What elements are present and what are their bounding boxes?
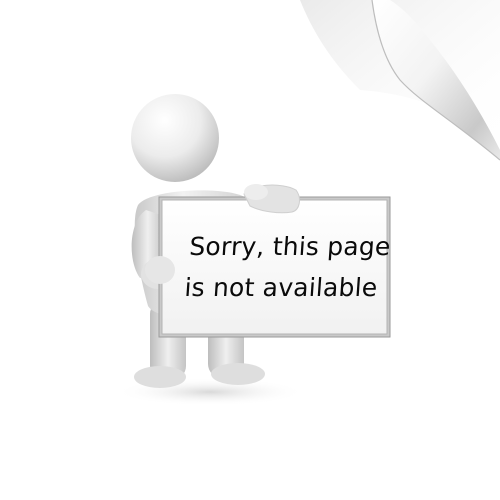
error-illustration: Sorry, this page is not available [0, 0, 500, 500]
sign-message-line-1: Sorry, this page [188, 232, 392, 261]
sign-message: Sorry, this page is not available [167, 226, 392, 308]
page-curl-icon [300, 0, 500, 161]
sign-message-line-2: is not available [183, 273, 379, 302]
